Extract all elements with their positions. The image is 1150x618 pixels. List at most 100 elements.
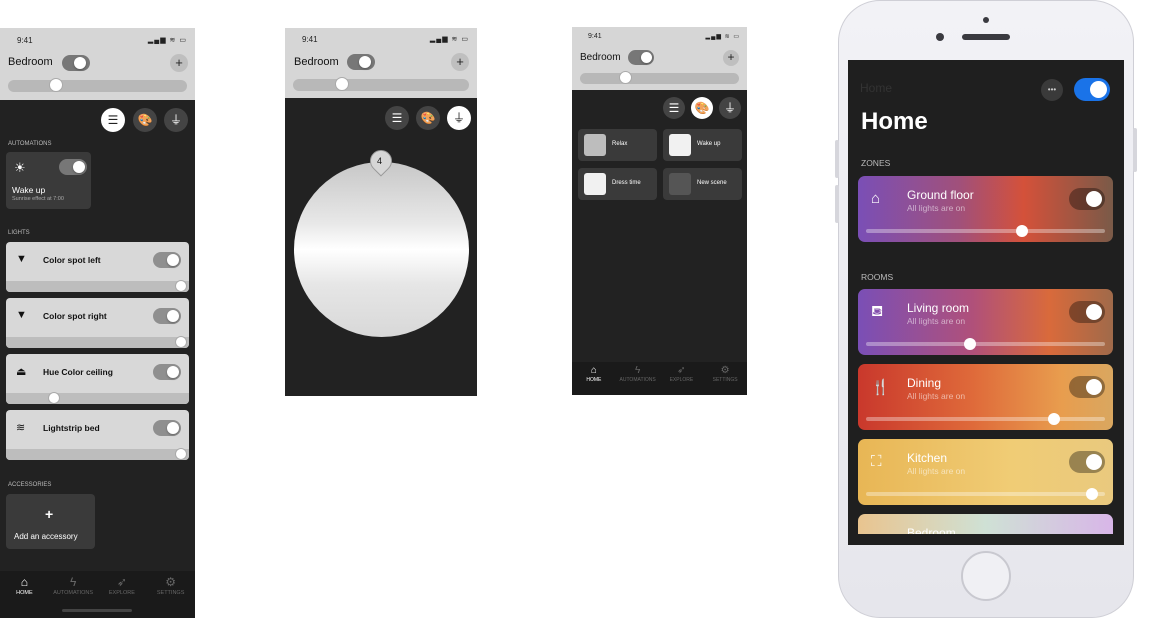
tab-settings[interactable]: ⚙ SETTINGS [146, 575, 195, 596]
scene-tile[interactable]: Dress time [578, 168, 657, 200]
home-master-toggle[interactable] [1074, 78, 1110, 101]
home-icon: ⌂ [590, 365, 597, 376]
light-card[interactable]: ▼ Color spot left [6, 242, 189, 292]
light-toggle[interactable] [153, 364, 181, 380]
pot-icon: ⛶ [871, 453, 882, 470]
scene-tile[interactable]: New scene [663, 168, 742, 200]
add-button[interactable]: + [723, 50, 739, 66]
room-brightness-slider[interactable] [8, 78, 187, 92]
scene-tile[interactable]: Wake up [663, 129, 742, 161]
light-brightness-slider[interactable] [6, 280, 189, 292]
list-view-button[interactable]: ☰ [385, 106, 409, 130]
nav-title: Home [860, 81, 893, 95]
hue-home-screen: Home ••• Home ZONES ⌂ Ground floor All l… [848, 60, 1124, 545]
tab-explore[interactable]: ➶ EXPLORE [660, 365, 704, 383]
light-brightness-slider[interactable] [6, 336, 189, 348]
tab-home[interactable]: ⌂ HOME [0, 575, 49, 596]
list-view-button[interactable]: ☰ [663, 97, 685, 119]
add-accessory-card[interactable]: + Add an accessory [6, 494, 95, 549]
room-card[interactable]: ⛶ Kitchen All lights are on [858, 439, 1113, 505]
home-button[interactable] [961, 551, 1011, 601]
tab-home[interactable]: ⌂ HOME [572, 365, 616, 383]
room-card[interactable]: ⛾ Living room All lights are on [858, 289, 1113, 355]
slider-knob[interactable] [175, 448, 187, 460]
front-camera [936, 33, 944, 41]
plug-button[interactable]: ⏚ [164, 108, 188, 132]
plus-icon: + [45, 506, 54, 522]
slider-knob[interactable] [1016, 225, 1028, 237]
zone-card-ground-floor[interactable]: ⌂ Ground floor All lights are on [858, 176, 1113, 242]
slider-knob[interactable] [1086, 488, 1098, 500]
light-card[interactable]: ▼ Color spot right [6, 298, 189, 348]
light-toggle[interactable] [153, 420, 181, 436]
color-wheel[interactable] [294, 162, 469, 337]
room-toggle[interactable] [1069, 376, 1105, 398]
room-brightness-slider[interactable] [866, 413, 1105, 425]
palette-button[interactable]: 🎨 [691, 97, 713, 119]
slider-knob[interactable] [335, 77, 349, 91]
tab-label: AUTOMATIONS [619, 377, 656, 383]
slider-knob[interactable] [175, 280, 187, 292]
add-button[interactable]: + [170, 54, 188, 72]
slider-knob[interactable] [49, 78, 63, 92]
light-brightness-slider[interactable] [6, 448, 189, 460]
side-button [835, 140, 839, 178]
slider-knob[interactable] [48, 392, 60, 404]
zones-heading: ZONES [861, 158, 891, 168]
scene-tile[interactable]: Relax [578, 129, 657, 161]
light-card[interactable]: ⏏ Hue Color ceiling [6, 354, 189, 404]
automation-card[interactable]: ☀ Wake up Sunrise effect at 7:00 [6, 152, 91, 209]
scene-swatch [584, 134, 606, 156]
room-header: 9:41 ▂▄▆ ≋ ▭ Bedroom + [285, 28, 477, 98]
light-toggle[interactable] [153, 308, 181, 324]
room-toggle[interactable] [1069, 301, 1105, 323]
zone-status: All lights are on [907, 203, 966, 213]
room-toggle[interactable] [347, 54, 375, 70]
palette-button[interactable]: 🎨 [133, 108, 157, 132]
plug-button[interactable]: ⏚ [719, 97, 741, 119]
sunrise-icon: ☀ [14, 160, 26, 175]
slider-knob[interactable] [1048, 413, 1060, 425]
light-brightness-slider[interactable] [6, 392, 189, 404]
palette-button[interactable]: 🎨 [416, 106, 440, 130]
room-card[interactable]: 🍴 Dining All lights are on [858, 364, 1113, 430]
status-time: 9:41 [17, 36, 33, 45]
proximity-sensor [983, 17, 989, 23]
zone-brightness-slider[interactable] [866, 225, 1105, 237]
scene-name: New scene [697, 180, 727, 186]
rocket-icon: ➶ [677, 365, 686, 376]
zone-toggle[interactable] [1069, 188, 1105, 210]
light-card[interactable]: ≋ Lightstrip bed [6, 410, 189, 460]
more-button[interactable]: ••• [1041, 79, 1063, 101]
scene-name: Relax [612, 141, 628, 147]
tab-settings[interactable]: ⚙ SETTINGS [703, 365, 747, 383]
room-toggle[interactable] [1069, 451, 1105, 473]
sofa-icon: ⛾ [871, 303, 884, 320]
room-brightness-slider[interactable] [293, 77, 469, 91]
earpiece [962, 34, 1010, 40]
room-brightness-slider[interactable] [866, 338, 1105, 350]
plug-button[interactable]: ⏚ [447, 106, 471, 130]
light-toggle[interactable] [153, 252, 181, 268]
room-brightness-slider[interactable] [866, 488, 1105, 500]
tab-label: AUTOMATIONS [53, 590, 94, 596]
tab-automations[interactable]: ϟ AUTOMATIONS [49, 575, 98, 596]
ceiling-light-icon: ⏏ [16, 366, 27, 378]
slider-knob[interactable] [964, 338, 976, 350]
zone-name: Ground floor [907, 188, 974, 202]
status-time: 9:41 [302, 35, 318, 44]
add-button[interactable]: + [451, 53, 469, 71]
tab-automations[interactable]: ϟ AUTOMATIONS [616, 365, 660, 383]
automation-toggle[interactable] [59, 159, 87, 175]
tab-explore[interactable]: ➶ EXPLORE [98, 575, 147, 596]
room-brightness-slider[interactable] [580, 71, 739, 84]
room-toggle[interactable] [62, 55, 90, 71]
slider-knob[interactable] [619, 71, 632, 84]
list-view-button[interactable]: ☰ [101, 108, 125, 132]
lightning-icon: ϟ [69, 575, 77, 589]
spotlight-icon: ▼ [16, 253, 27, 265]
room-toggle[interactable] [628, 50, 654, 65]
house-icon: ⌂ [871, 190, 881, 207]
room-title: Bedroom [580, 52, 621, 63]
slider-knob[interactable] [175, 336, 187, 348]
